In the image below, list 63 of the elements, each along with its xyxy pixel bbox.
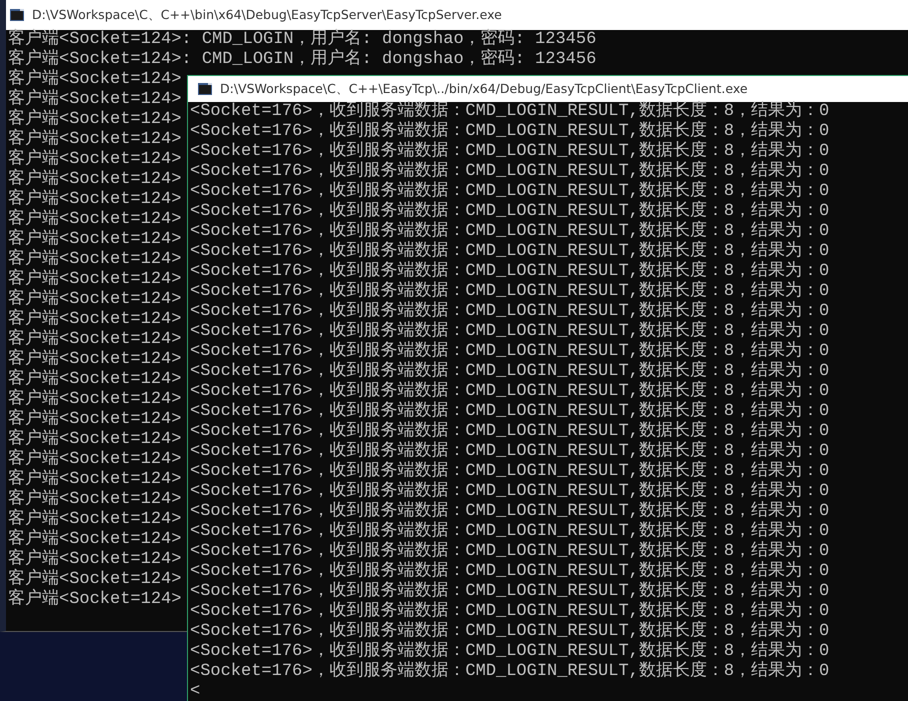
- console-line: 客户端<Socket=124>: [8, 130, 182, 149]
- console-line: 客户端<Socket=124>: [8, 250, 182, 269]
- console-line: <Socket=176>，收到服务端数据：CMD_LOGIN_RESULT,数据长度：8，结果为：0: [190, 102, 830, 121]
- console-line: 客户端<Socket=124>: [8, 510, 182, 529]
- console-icon: [198, 83, 212, 95]
- console-line: 客户端<Socket=124>: [8, 270, 182, 289]
- console-line: <Socket=176>，收到服务端数据：CMD_LOGIN_RESULT,数据长度：8，结果为：0: [190, 382, 830, 401]
- console-line: 客户端<Socket=124>: [8, 550, 182, 569]
- console-line: <Socket=176>，收到服务端数据：CMD_LOGIN_RESULT,数据长度：8，结果为：0: [190, 442, 830, 461]
- console-line: <Socket=176>，收到服务端数据：CMD_LOGIN_RESULT,数据长度：8，结果为：0: [190, 202, 830, 221]
- console-line: <Socket=176>，收到服务端数据：CMD_LOGIN_RESULT,数据长度：8，结果为：0: [190, 122, 830, 141]
- console-line: <Socket=176>，收到服务端数据：CMD_LOGIN_RESULT,数据长度：8，结果为：0: [190, 462, 830, 481]
- console-line: <Socket=176>，收到服务端数据：CMD_LOGIN_RESULT,数据长度：8，结果为：0: [190, 362, 830, 381]
- console-line: 客户端<Socket=124>: [8, 570, 182, 589]
- console-line: 客户端<Socket=124>: [8, 590, 182, 610]
- console-line: <Socket=176>，收到服务端数据：CMD_LOGIN_RESULT,数据长度：8，结果为：0: [190, 622, 830, 641]
- console-line: 客户端<Socket=124>: [8, 290, 182, 309]
- console-line: 客户端<Socket=124>: [8, 350, 182, 369]
- console-line: <: [190, 682, 200, 701]
- console-line: <Socket=176>，收到服务端数据：CMD_LOGIN_RESULT,数据长度：8，结果为：0: [190, 402, 830, 421]
- console-line: <Socket=176>，收到服务端数据：CMD_LOGIN_RESULT,数据长度：8，结果为：0: [190, 542, 830, 561]
- console-line: <Socket=176>，收到服务端数据：CMD_LOGIN_RESULT,数据长度：8，结果为：0: [190, 602, 830, 621]
- console-line: 客户端<Socket=124>: [8, 310, 182, 329]
- console-line: 客户端<Socket=124>: CMD_LOGIN，用户名: dongshao，密码: 123456: [8, 30, 596, 49]
- console-line: 客户端<Socket=124>: CMD_LOGIN，用户名: dongshao，密码: 123456: [8, 50, 596, 69]
- console-line: <Socket=176>，收到服务端数据：CMD_LOGIN_RESULT,数据长度：8，结果为：0: [190, 562, 830, 581]
- console-line: <Socket=176>，收到服务端数据：CMD_LOGIN_RESULT,数据长度：8，结果为：0: [190, 242, 830, 261]
- console-line: <Socket=176>，收到服务端数据：CMD_LOGIN_RESULT,数据长度：8，结果为：0: [190, 582, 830, 601]
- console-line: 客户端<Socket=124>: [8, 390, 182, 409]
- console-line: <Socket=176>，收到服务端数据：CMD_LOGIN_RESULT,数据长度：8，结果为：0: [190, 142, 830, 161]
- console-line: 客户端<Socket=124>: [8, 330, 182, 349]
- console-line: <Socket=176>，收到服务端数据：CMD_LOGIN_RESULT,数据长度：8，结果为：0: [190, 262, 830, 281]
- console-line: 客户端<Socket=124>: [8, 170, 182, 189]
- console-line: 客户端<Socket=124>: [8, 230, 182, 249]
- console-line: 客户端<Socket=124>: [8, 210, 182, 229]
- console-line: <Socket=176>，收到服务端数据：CMD_LOGIN_RESULT,数据长度：8，结果为：0: [190, 662, 830, 682]
- console-line: <Socket=176>，收到服务端数据：CMD_LOGIN_RESULT,数据长度：8，结果为：0: [190, 302, 830, 321]
- console-line: <Socket=176>，收到服务端数据：CMD_LOGIN_RESULT,数据长度：8，结果为：0: [190, 222, 830, 241]
- console-line: 客户端<Socket=124>: [8, 470, 182, 489]
- console-line: 客户端<Socket=124>: [8, 110, 182, 129]
- console-line: <Socket=176>，收到服务端数据：CMD_LOGIN_RESULT,数据长度：8，结果为：0: [190, 522, 830, 541]
- console-line: <Socket=176>，收到服务端数据：CMD_LOGIN_RESULT,数据长度：8，结果为：0: [190, 162, 830, 181]
- console-line: 客户端<Socket=124>: [8, 70, 182, 89]
- console-line: 客户端<Socket=124>: [8, 430, 182, 449]
- console-line: 客户端<Socket=124>: [8, 190, 182, 209]
- console-line: <Socket=176>，收到服务端数据：CMD_LOGIN_RESULT,数据长度：8，结果为：0: [190, 322, 830, 341]
- console-line: <Socket=176>，收到服务端数据：CMD_LOGIN_RESULT,数据长度：8，结果为：0: [190, 482, 830, 501]
- console-line: 客户端<Socket=124>: [8, 370, 182, 389]
- window-title: D:\VSWorkspace\C、C++\bin\x64\Debug\EasyTcpServer\EasyTcpServer.exe: [32, 6, 502, 24]
- console-line: <Socket=176>，收到服务端数据：CMD_LOGIN_RESULT,数据长度：8，结果为：0: [190, 342, 830, 361]
- console-line: <Socket=176>，收到服务端数据：CMD_LOGIN_RESULT,数据长度：8，结果为：0: [190, 182, 830, 201]
- console-line: 客户端<Socket=124>: [8, 90, 182, 109]
- console-line: 客户端<Socket=124>: [8, 450, 182, 469]
- console-line: <Socket=176>，收到服务端数据：CMD_LOGIN_RESULT,数据长度：8，结果为：0: [190, 422, 830, 441]
- console-line: 客户端<Socket=124>: [8, 150, 182, 169]
- console-line: 客户端<Socket=124>: [8, 490, 182, 509]
- console-line: <Socket=176>，收到服务端数据：CMD_LOGIN_RESULT,数据长度：8，结果为：0: [190, 282, 830, 301]
- console-line: <Socket=176>，收到服务端数据：CMD_LOGIN_RESULT,数据长度：8，结果为：0: [190, 502, 830, 521]
- console-line: 客户端<Socket=124>: [8, 410, 182, 429]
- console-icon: [10, 9, 24, 21]
- window-title: D:\VSWorkspace\C、C++\EasyTcp\../bin/x64/Debug/EasyTcpClient\EasyTcpClient.exe: [220, 80, 748, 98]
- console-line: 客户端<Socket=124>: [8, 530, 182, 549]
- console-line: <Socket=176>，收到服务端数据：CMD_LOGIN_RESULT,数据长度：8，结果为：0: [190, 642, 830, 661]
